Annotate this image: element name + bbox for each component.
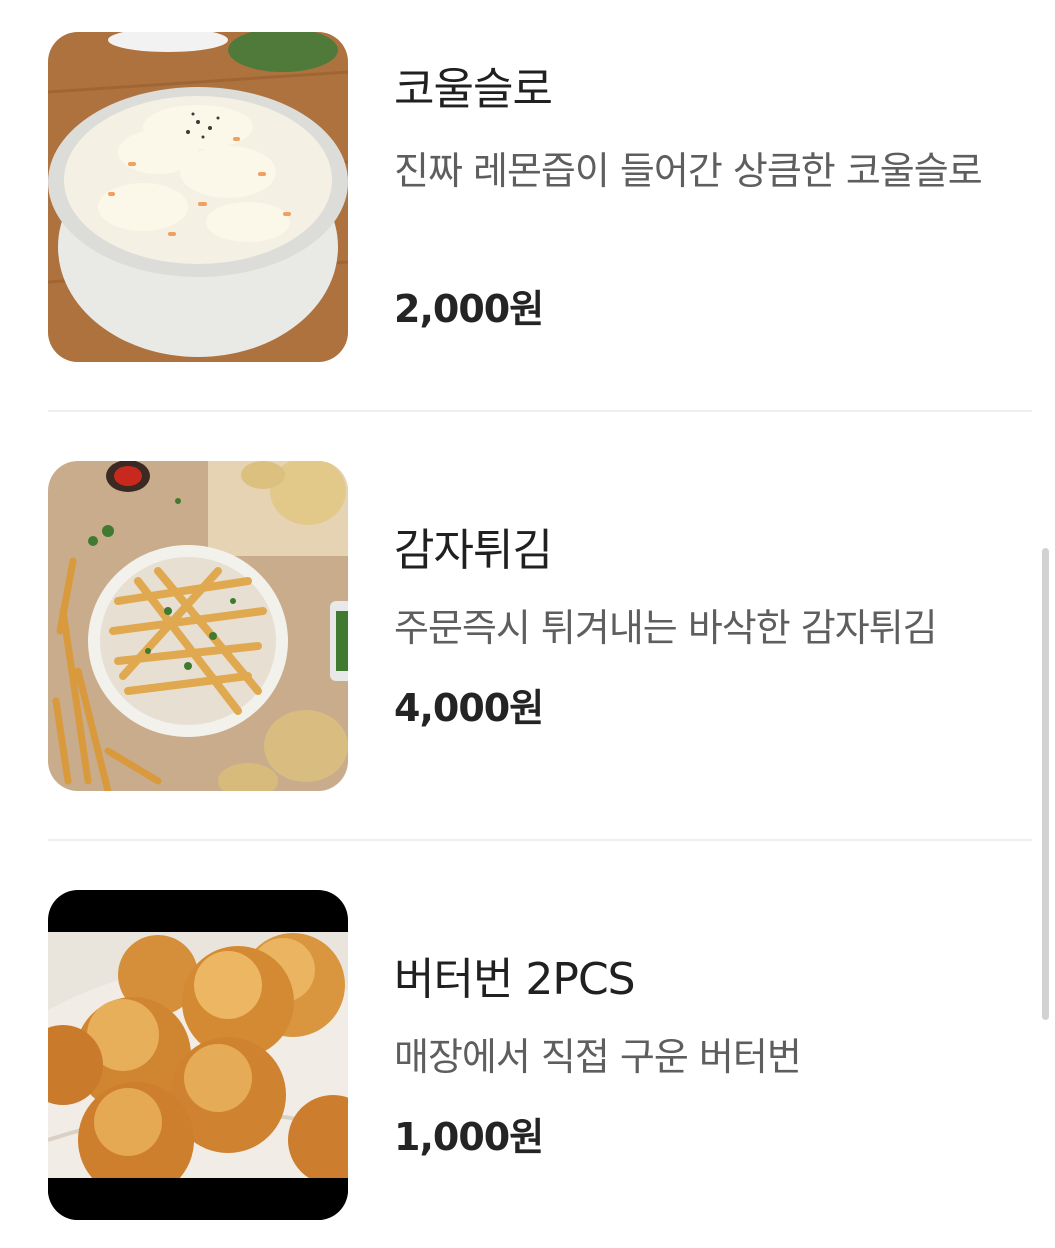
menu-item-price: 2,000원 xyxy=(394,287,544,331)
menu-item-description: 진짜 레몬즙이 들어간 상큼한 코울슬로 xyxy=(394,149,983,193)
scrollbar[interactable] xyxy=(1042,548,1049,1020)
menu-item-name: 코울슬로 xyxy=(394,64,553,115)
menu-item-description: 주문즉시 튀겨내는 바삭한 감자튀김 xyxy=(394,606,938,650)
menu-item-name: 감자튀김 xyxy=(394,525,553,576)
divider xyxy=(48,839,1032,841)
menu-item-french-fries[interactable]: 감자튀김 주문즉시 튀겨내는 바삭한 감자튀김 4,000원 xyxy=(48,461,1032,791)
butter-bun-photo xyxy=(48,890,348,1220)
menu-page: 코울슬로 진짜 레몬즙이 들어간 상큼한 코울슬로 2,000원 감자튀김 주문… xyxy=(0,0,1055,1248)
menu-item-name: 버터번 2PCS xyxy=(394,954,636,1005)
menu-item-coleslaw[interactable]: 코울슬로 진짜 레몬즙이 들어간 상큼한 코울슬로 2,000원 xyxy=(48,32,1032,362)
menu-item-description: 매장에서 직접 구운 버터번 xyxy=(394,1035,802,1079)
coleslaw-photo xyxy=(48,32,348,362)
menu-item-price: 4,000원 xyxy=(394,686,544,730)
menu-item-butter-bun[interactable]: 버터번 2PCS 매장에서 직접 구운 버터번 1,000원 xyxy=(48,890,1032,1220)
menu-item-price: 1,000원 xyxy=(394,1115,544,1159)
divider xyxy=(48,410,1032,412)
french-fries-photo xyxy=(48,461,348,791)
